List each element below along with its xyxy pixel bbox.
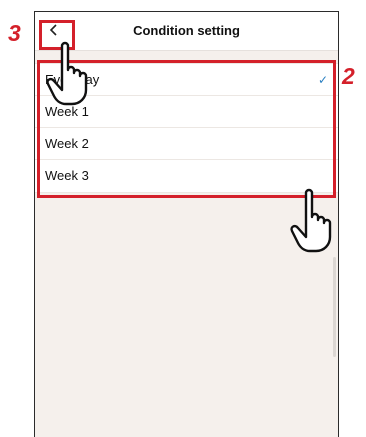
hand-pointer-icon xyxy=(46,41,88,106)
scrollbar[interactable] xyxy=(333,257,336,357)
step-3-label: 3 xyxy=(8,20,21,46)
hand-pointer-icon xyxy=(290,188,332,253)
step-2-label: 2 xyxy=(342,63,355,89)
